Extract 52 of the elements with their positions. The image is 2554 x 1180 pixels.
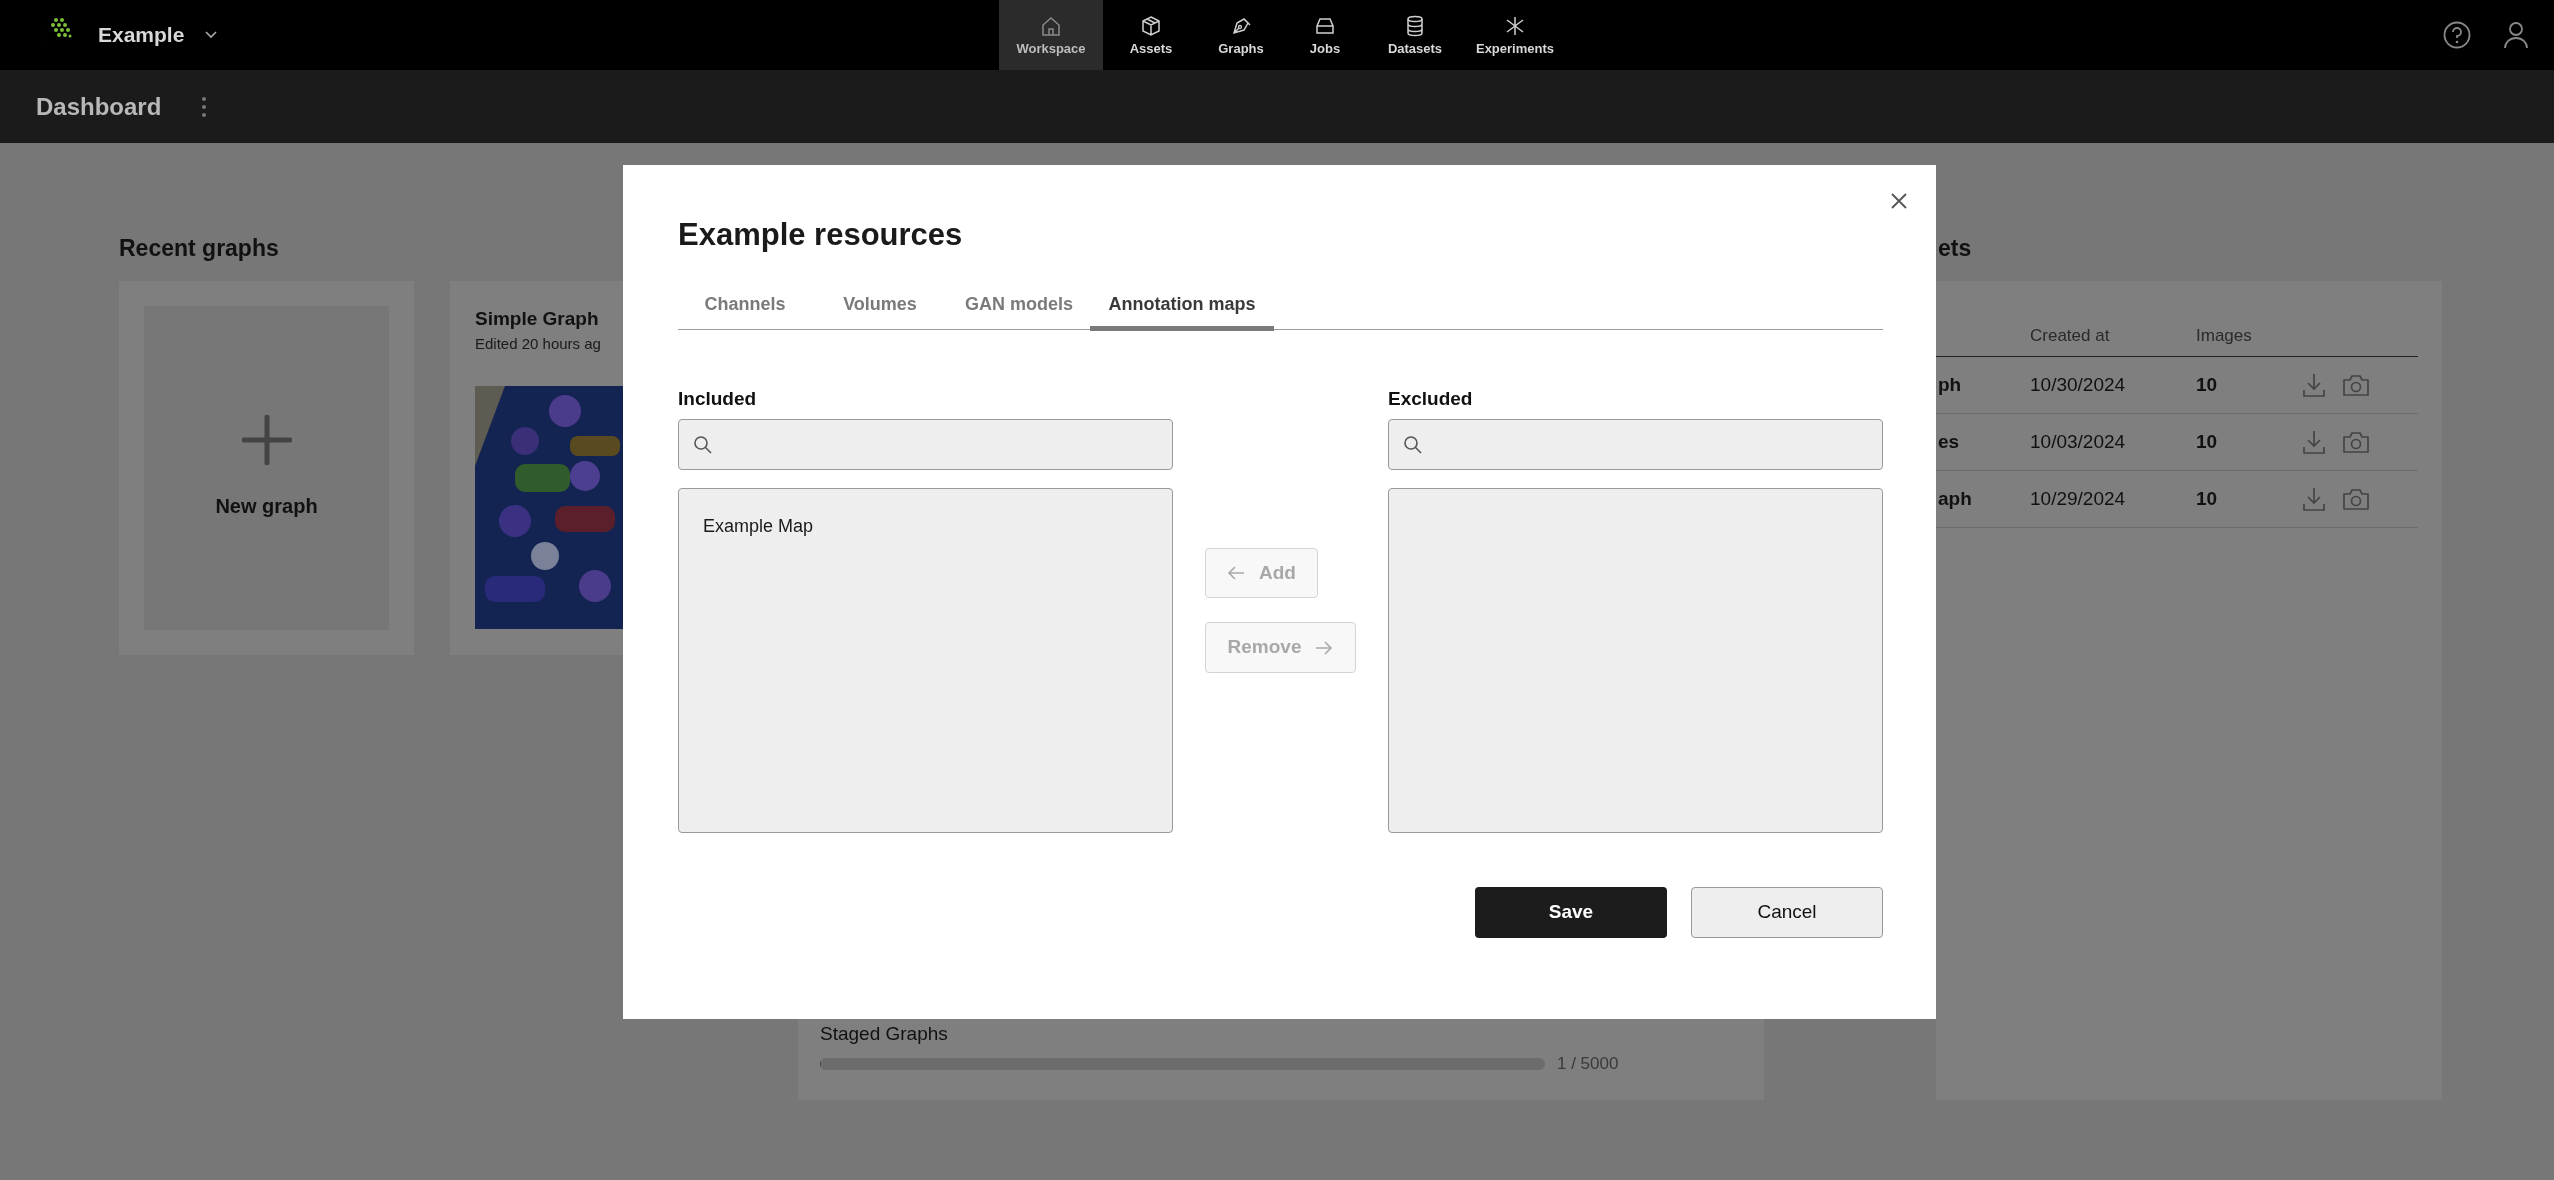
column-header: Created at bbox=[2030, 325, 2111, 348]
workspace-name[interactable]: Example bbox=[98, 19, 185, 51]
table-cell: 10 bbox=[2196, 373, 2218, 395]
download-icon[interactable] bbox=[2302, 429, 2326, 455]
chevron-down-icon[interactable] bbox=[204, 30, 219, 40]
graph-edited-time: Edited 20 hours ag bbox=[475, 334, 602, 354]
kebab-menu-icon[interactable] bbox=[201, 94, 208, 119]
graph-title: Simple Graph bbox=[475, 307, 600, 331]
arrow-right-icon bbox=[1315, 639, 1334, 656]
table-cell: 10/03/2024 bbox=[2030, 430, 2126, 452]
table-cell: 10 bbox=[2196, 487, 2218, 509]
table-cell: es bbox=[1938, 430, 1960, 452]
staged-label: Staged Graphs bbox=[820, 1023, 949, 1045]
tab[interactable]: Volumes bbox=[812, 283, 948, 331]
cancel-button[interactable]: Cancel bbox=[1691, 887, 1883, 938]
table-cell: 10 bbox=[2196, 430, 2218, 452]
table-cell: 10/30/2024 bbox=[2030, 373, 2126, 395]
camera-icon[interactable] bbox=[2342, 487, 2370, 511]
user-icon[interactable] bbox=[2502, 20, 2530, 50]
column-label: Excluded bbox=[1388, 387, 1474, 411]
cube-icon bbox=[1139, 13, 1163, 38]
new-graph-card[interactable]: New graph bbox=[119, 281, 414, 655]
search-field[interactable] bbox=[678, 419, 1173, 470]
section-title: Recent graphs bbox=[119, 234, 280, 263]
column-header: Images bbox=[2196, 325, 2253, 348]
table-cell: ph bbox=[1938, 373, 1962, 395]
table-cell: aph bbox=[1938, 487, 1972, 509]
tab[interactable]: Channels bbox=[678, 283, 812, 331]
tab[interactable]: Annotation maps bbox=[1090, 283, 1274, 331]
plus-icon bbox=[241, 415, 292, 465]
close-icon[interactable] bbox=[1890, 192, 1908, 210]
help-icon[interactable] bbox=[2442, 20, 2472, 50]
dialog-title: Example resources bbox=[678, 216, 964, 254]
save-button[interactable]: Save bbox=[1475, 887, 1667, 938]
nav-tab[interactable]: Workspace bbox=[999, 0, 1103, 70]
camera-icon[interactable] bbox=[2342, 373, 2370, 397]
column-label: Included bbox=[678, 387, 758, 411]
new-graph-label: New graph bbox=[215, 494, 318, 519]
graph-card[interactable]: Simple Graph Edited 20 hours ag bbox=[450, 281, 623, 655]
list-item[interactable]: Example Map bbox=[703, 513, 1172, 539]
progress-reading: 1 / 5000 bbox=[1557, 1053, 1619, 1075]
table-cell: 10/29/2024 bbox=[2030, 487, 2126, 509]
tab[interactable]: GAN models bbox=[948, 283, 1090, 331]
camera-icon[interactable] bbox=[2342, 430, 2370, 454]
search-field[interactable] bbox=[1388, 419, 1883, 470]
section-title: ets bbox=[1937, 234, 1973, 263]
search-icon bbox=[693, 434, 713, 455]
search-icon bbox=[1403, 434, 1423, 455]
page-title: Dashboard bbox=[36, 91, 162, 122]
download-icon[interactable] bbox=[2302, 372, 2326, 398]
download-icon[interactable] bbox=[2302, 486, 2326, 512]
arrow-left-icon bbox=[1227, 565, 1246, 581]
